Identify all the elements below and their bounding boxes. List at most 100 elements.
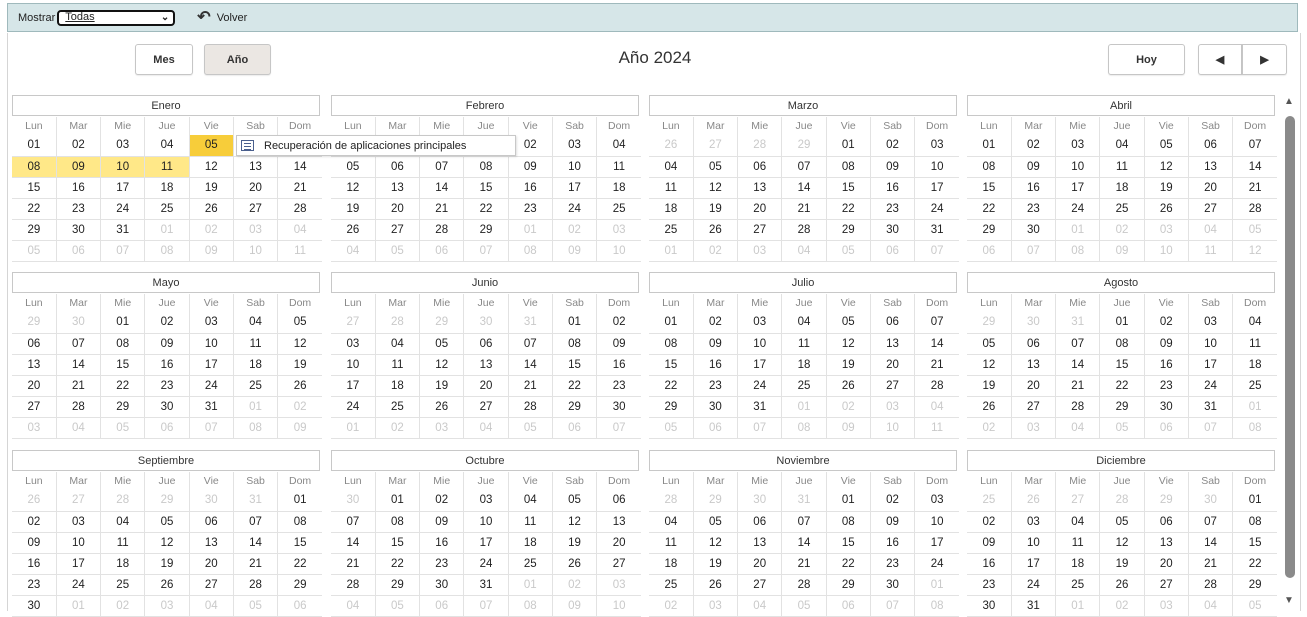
day-cell[interactable]: 11 [233, 333, 279, 355]
day-cell[interactable]: 22 [375, 553, 421, 575]
day-cell[interactable]: 10 [552, 156, 598, 178]
day-cell[interactable]: 15 [967, 177, 1012, 199]
day-cell[interactable]: 14 [781, 532, 827, 554]
day-cell[interactable]: 13 [870, 333, 916, 355]
day-cell[interactable]: 09 [419, 511, 465, 533]
day-cell[interactable]: 23 [508, 198, 553, 220]
day-cell[interactable]: 07 [1232, 135, 1277, 157]
day-cell[interactable]: 14 [56, 354, 102, 376]
day-cell[interactable]: 10 [233, 240, 279, 262]
day-cell[interactable]: 08 [508, 240, 553, 262]
day-cell[interactable]: 07 [781, 511, 827, 533]
day-cell[interactable]: 23 [144, 375, 190, 397]
day-cell[interactable]: 30 [870, 574, 916, 596]
day-cell[interactable]: 02 [967, 511, 1012, 533]
day-cell[interactable]: 25 [375, 396, 421, 418]
day-cell[interactable]: 05 [1099, 511, 1145, 533]
day-cell[interactable]: 04 [144, 135, 190, 157]
day-cell[interactable]: 26 [552, 553, 598, 575]
day-cell[interactable]: 19 [1144, 177, 1189, 199]
month-name[interactable]: Abril [967, 95, 1275, 116]
day-cell[interactable]: 02 [826, 396, 871, 418]
day-cell[interactable]: 03 [463, 490, 509, 512]
day-cell[interactable]: 07 [1188, 511, 1234, 533]
day-cell[interactable]: 08 [781, 417, 827, 439]
day-cell[interactable]: 20 [1011, 375, 1057, 397]
day-cell[interactable]: 25 [649, 219, 694, 241]
day-cell[interactable]: 02 [1099, 219, 1145, 241]
day-cell[interactable]: 19 [693, 198, 739, 220]
day-cell[interactable]: 30 [967, 595, 1012, 617]
day-cell[interactable]: 16 [870, 177, 916, 199]
day-cell[interactable]: 10 [1188, 333, 1234, 355]
day-cell[interactable]: 07 [870, 595, 916, 617]
day-cell[interactable]: 08 [914, 595, 959, 617]
day-cell[interactable]: 27 [596, 553, 641, 575]
day-cell[interactable]: 26 [189, 198, 234, 220]
day-cell[interactable]: 28 [1232, 198, 1277, 220]
day-cell[interactable]: 04 [596, 135, 641, 157]
day-cell[interactable]: 02 [693, 240, 739, 262]
day-cell[interactable]: 03 [100, 135, 146, 157]
day-cell[interactable]: 03 [737, 240, 783, 262]
day-cell[interactable]: 18 [1055, 553, 1101, 575]
day-cell[interactable]: 23 [1011, 198, 1057, 220]
day-cell[interactable]: 26 [331, 219, 376, 241]
day-cell[interactable]: 30 [1011, 312, 1057, 334]
vertical-scrollbar[interactable]: ▲ ▼ [1283, 96, 1297, 606]
month-name[interactable]: Mayo [12, 272, 320, 293]
day-cell[interactable]: 22 [649, 375, 694, 397]
day-cell[interactable]: 27 [1055, 490, 1101, 512]
day-cell[interactable]: 27 [189, 574, 234, 596]
day-cell[interactable]: 23 [12, 574, 57, 596]
day-cell[interactable]: 20 [1144, 553, 1189, 575]
day-cell[interactable]: 26 [693, 574, 739, 596]
day-cell[interactable]: 25 [233, 375, 279, 397]
day-cell[interactable]: 11 [1055, 532, 1101, 554]
day-cell[interactable]: 13 [375, 177, 421, 199]
day-cell[interactable]: 29 [375, 574, 421, 596]
day-cell[interactable]: 28 [56, 396, 102, 418]
day-cell[interactable]: 13 [12, 354, 57, 376]
day-cell[interactable]: 10 [1055, 156, 1101, 178]
day-cell[interactable]: 16 [56, 177, 102, 199]
day-cell[interactable]: 27 [870, 375, 916, 397]
day-cell[interactable]: 31 [463, 574, 509, 596]
day-cell[interactable]: 25 [596, 198, 641, 220]
day-cell[interactable]: 15 [826, 532, 871, 554]
day-cell[interactable]: 02 [967, 417, 1012, 439]
day-cell[interactable]: 19 [189, 177, 234, 199]
day-cell[interactable]: 15 [552, 354, 598, 376]
day-cell[interactable]: 24 [737, 375, 783, 397]
day-cell[interactable]: 30 [56, 312, 102, 334]
day-cell[interactable]: 18 [596, 177, 641, 199]
month-name[interactable]: Noviembre [649, 450, 957, 471]
day-cell[interactable]: 09 [508, 156, 553, 178]
day-cell[interactable]: 20 [596, 532, 641, 554]
day-cell[interactable]: 16 [12, 553, 57, 575]
event-tooltip[interactable]: Recuperación de aplicaciones principales [236, 135, 516, 156]
day-cell[interactable]: 04 [508, 490, 553, 512]
day-cell[interactable]: 10 [1011, 532, 1057, 554]
day-cell[interactable]: 13 [737, 177, 783, 199]
day-cell[interactable]: 26 [419, 396, 465, 418]
day-cell[interactable]: 28 [508, 396, 553, 418]
day-cell[interactable]: 09 [967, 532, 1012, 554]
day-cell[interactable]: 24 [552, 198, 598, 220]
day-cell[interactable]: 07 [914, 312, 959, 334]
day-cell[interactable]: 08 [463, 156, 509, 178]
prev-year-button[interactable]: ◀ [1198, 44, 1242, 75]
day-cell[interactable]: 17 [463, 532, 509, 554]
day-cell[interactable]: 27 [331, 312, 376, 334]
day-cell[interactable]: 16 [144, 354, 190, 376]
year-view-button[interactable]: Año [204, 44, 271, 75]
day-cell[interactable]: 10 [737, 333, 783, 355]
day-cell[interactable]: 27 [737, 219, 783, 241]
day-cell[interactable]: 11 [277, 240, 322, 262]
day-cell[interactable]: 23 [1144, 375, 1189, 397]
day-cell[interactable]: 03 [914, 490, 959, 512]
day-cell[interactable]: 17 [56, 553, 102, 575]
day-cell[interactable]: 17 [189, 354, 234, 376]
day-cell[interactable]: 09 [189, 240, 234, 262]
day-cell[interactable]: 01 [826, 135, 871, 157]
